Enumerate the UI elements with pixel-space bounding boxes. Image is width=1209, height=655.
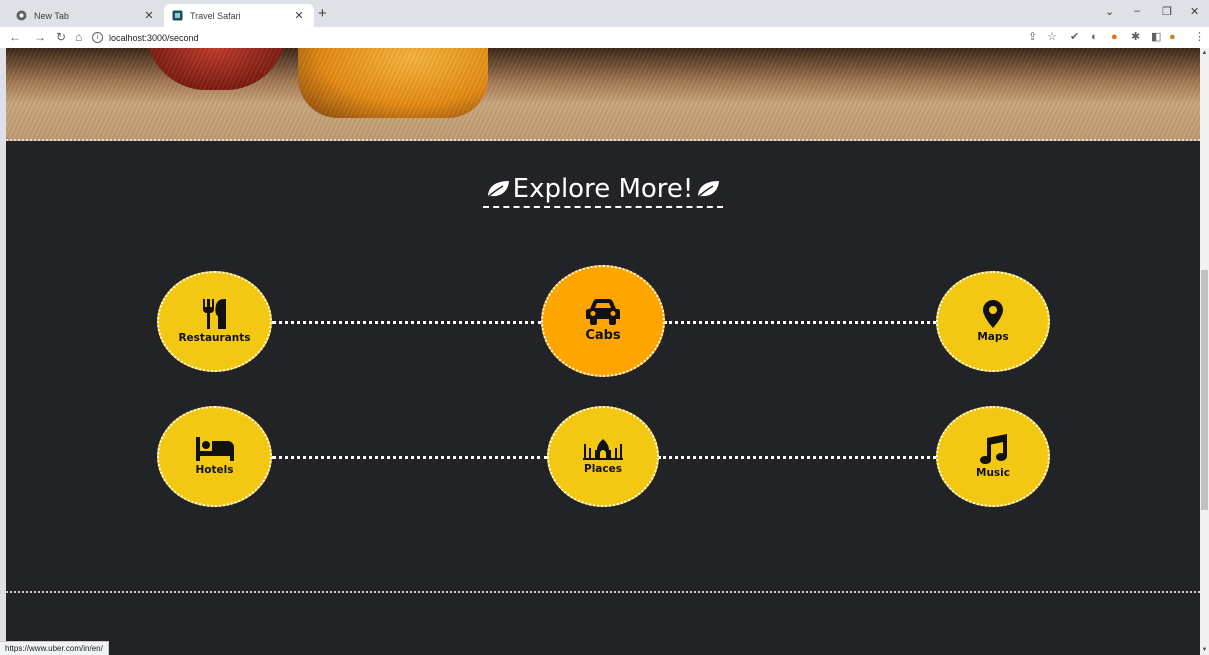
bookmark-star-icon[interactable]: ☆	[1047, 30, 1057, 44]
browser-tab-strip: New Tab ✕ Travel Safari ✕ + ⌄ – ❐ ✕	[0, 0, 1209, 27]
service-cabs[interactable]: Cabs	[541, 265, 665, 377]
share-icon[interactable]: ⇪	[1028, 30, 1037, 44]
close-window-icon[interactable]: ✕	[1190, 5, 1199, 18]
page-viewport: Explore More! Restaurants Cabs Maps Hote…	[6, 48, 1200, 655]
tab-travel-safari[interactable]: Travel Safari ✕	[164, 4, 314, 27]
service-label: Hotels	[195, 464, 234, 476]
forward-icon[interactable]: →	[34, 29, 46, 45]
page-scrollbar[interactable]: ▲ ▼	[1200, 48, 1209, 655]
security-extension-icon[interactable]: ●	[1111, 30, 1118, 44]
service-label: Places	[584, 463, 622, 475]
restore-icon[interactable]: ❐	[1162, 5, 1172, 18]
service-hotels[interactable]: Hotels	[157, 406, 272, 507]
service-places[interactable]: Places	[547, 406, 659, 507]
reload-icon[interactable]: ↻	[56, 29, 66, 45]
tab-search-icon[interactable]: ⌄	[1105, 5, 1114, 18]
tab-new-tab[interactable]: New Tab ✕	[8, 4, 164, 27]
map-pin-icon	[983, 300, 1003, 328]
utensils-icon	[202, 299, 226, 329]
chrome-icon	[16, 10, 27, 21]
address-bar[interactable]: i localhost:3000/second	[92, 29, 1012, 46]
checkmark-extension-icon[interactable]: ✔	[1070, 30, 1079, 44]
new-tab-button[interactable]: +	[318, 5, 327, 22]
profile-avatar[interactable]: ●	[1169, 30, 1176, 44]
back-icon[interactable]: ←	[9, 29, 21, 45]
tab-title: Travel Safari	[190, 10, 241, 21]
explore-title: Explore More!	[482, 174, 724, 208]
minimize-icon[interactable]: –	[1134, 5, 1140, 17]
scroll-down-icon[interactable]: ▼	[1201, 647, 1208, 653]
hero-image	[6, 48, 1200, 141]
address-text: localhost:3000/second	[109, 32, 199, 43]
connector-line	[272, 321, 542, 324]
scroll-up-icon[interactable]: ▲	[1201, 50, 1208, 56]
music-note-icon	[980, 434, 1007, 464]
home-icon[interactable]: ⌂	[75, 29, 82, 45]
connector-line	[664, 321, 936, 324]
service-label: Restaurants	[178, 332, 251, 344]
service-restaurants[interactable]: Restaurants	[157, 271, 272, 372]
extension-icon[interactable]: ◐	[1091, 30, 1098, 44]
section-heading: Explore More!	[6, 174, 1200, 208]
service-label: Music	[976, 467, 1010, 479]
monument-icon	[583, 439, 623, 460]
hero-sand	[6, 48, 1200, 141]
close-tab-icon[interactable]: ✕	[292, 9, 306, 22]
hero-divider	[6, 139, 1200, 141]
leaf-icon	[696, 181, 720, 199]
page-title: Explore More!	[512, 174, 694, 204]
browser-toolbar: ← → ↻ ⌂ i localhost:3000/second ⇪ ☆ ✔ ◐ …	[0, 27, 1209, 48]
connector-line	[658, 456, 936, 459]
car-icon	[586, 299, 620, 325]
status-link-preview: https://www.uber.com/in/en/	[0, 641, 109, 655]
service-music[interactable]: Music	[936, 406, 1050, 507]
service-label: Maps	[977, 331, 1009, 343]
bed-icon	[195, 437, 234, 461]
section-divider	[6, 591, 1200, 593]
tab-title: New Tab	[34, 10, 69, 21]
connector-line	[272, 456, 548, 459]
extensions-puzzle-icon[interactable]: ✱	[1131, 30, 1140, 44]
menu-icon[interactable]: ⋮	[1194, 30, 1205, 44]
site-favicon	[172, 10, 183, 21]
service-label: Cabs	[585, 328, 621, 343]
close-tab-icon[interactable]: ✕	[142, 9, 156, 22]
site-info-icon[interactable]: i	[92, 32, 103, 43]
leaf-icon	[486, 181, 509, 199]
side-panel-icon[interactable]: ◧	[1151, 30, 1161, 44]
scrollbar-thumb[interactable]	[1201, 270, 1208, 510]
service-maps[interactable]: Maps	[936, 271, 1050, 372]
